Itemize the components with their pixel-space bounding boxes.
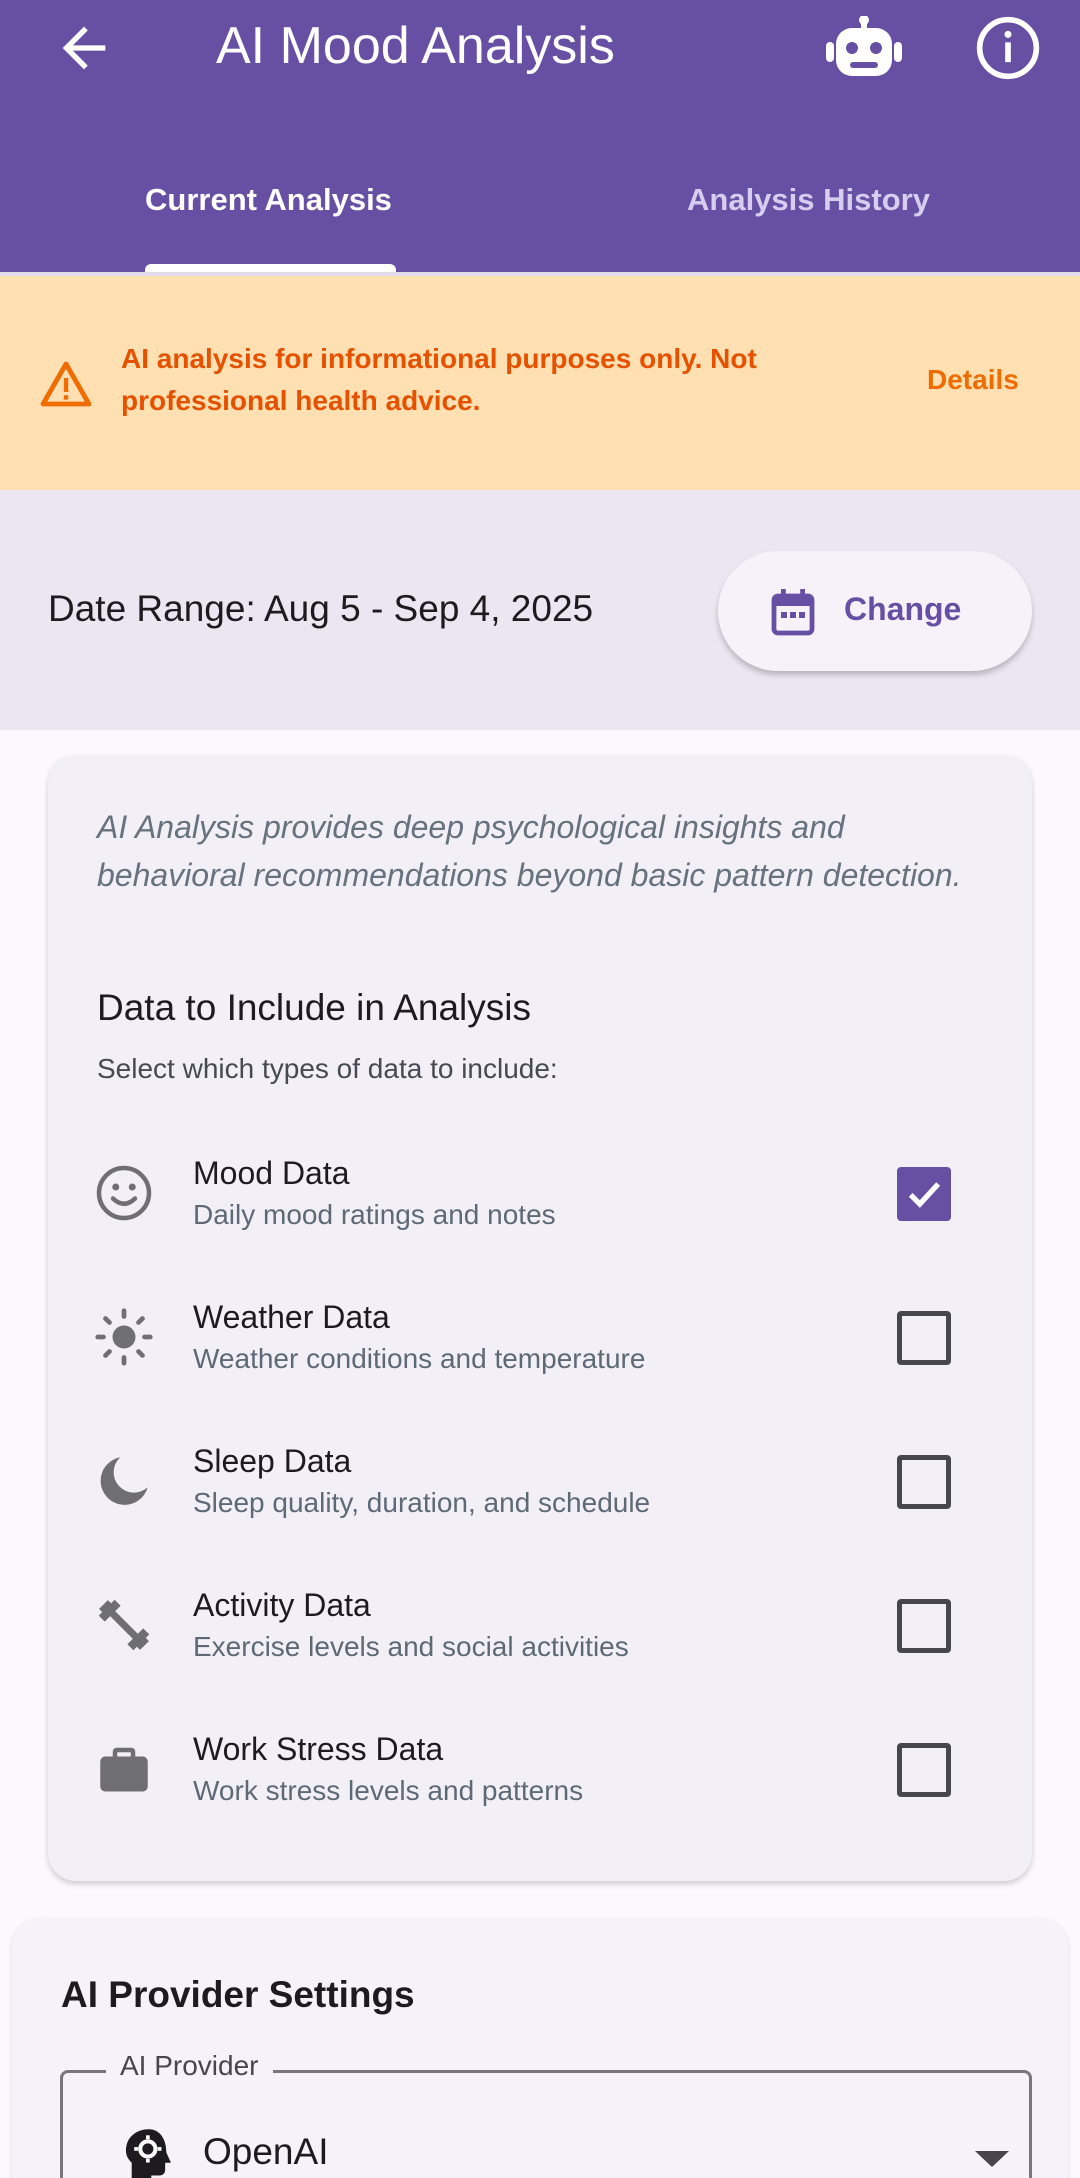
ai-provider-value: OpenAI <box>203 2131 329 2172</box>
activity-data-desc: Exercise levels and social activities <box>193 1631 629 1662</box>
change-date-button[interactable]: Change <box>718 551 1032 671</box>
data-selection-card: AI Analysis provides deep psychological … <box>48 755 1032 1881</box>
sleep-data-checkbox[interactable] <box>897 1455 951 1509</box>
work-stress-data-checkbox[interactable] <box>897 1743 951 1797</box>
sleep-data-row[interactable]: Sleep Data Sleep quality, duration, and … <box>48 1435 1032 1535</box>
arrow-back-icon[interactable] <box>52 16 116 80</box>
weather-data-desc: Weather conditions and temperature <box>193 1343 646 1374</box>
date-range-label: Date Range: Aug 5 - Sep 4, 2025 <box>48 588 594 629</box>
date-range-bar: Date Range: Aug 5 - Sep 4, 2025 Change <box>0 490 1080 730</box>
activity-data-row[interactable]: Activity Data Exercise levels and social… <box>48 1579 1032 1679</box>
ai-provider-heading: AI Provider Settings <box>61 1974 415 2015</box>
calendar-icon <box>771 588 815 636</box>
brain-gear-icon <box>121 2127 177 2178</box>
tab-current-analysis[interactable]: Current Analysis <box>145 170 392 230</box>
sun-icon <box>94 1307 154 1367</box>
weather-data-checkbox[interactable] <box>897 1311 951 1365</box>
moon-icon <box>94 1451 154 1511</box>
activity-data-label: Activity Data <box>193 1587 371 1623</box>
app-bar: AI Mood Analysis Current Analysis Analys… <box>0 0 1080 272</box>
data-include-subheading: Select which types of data to include: <box>97 1053 558 1084</box>
dropdown-arrow-icon[interactable] <box>975 2151 1009 2167</box>
sleep-data-desc: Sleep quality, duration, and schedule <box>193 1487 651 1518</box>
sleep-data-label: Sleep Data <box>193 1443 352 1479</box>
mood-data-row[interactable]: Mood Data Daily mood ratings and notes <box>48 1147 1032 1247</box>
mood-data-desc: Daily mood ratings and notes <box>193 1199 556 1230</box>
info-icon[interactable] <box>974 14 1042 82</box>
tab-indicator <box>145 264 396 272</box>
ai-provider-dropdown[interactable]: OpenAI <box>60 2070 1032 2178</box>
briefcase-icon <box>94 1739 154 1799</box>
change-label: Change <box>844 591 962 627</box>
warning-icon <box>40 360 92 408</box>
work-stress-data-label: Work Stress Data <box>193 1731 444 1767</box>
mood-data-checkbox[interactable] <box>897 1167 951 1221</box>
robot-icon[interactable] <box>826 15 902 80</box>
disclaimer-text: AI analysis for informational purposes o… <box>121 343 757 416</box>
dumbbell-icon <box>94 1595 154 1655</box>
analysis-intro-text: AI Analysis provides deep psychological … <box>97 809 962 893</box>
tab-analysis-history[interactable]: Analysis History <box>687 170 930 230</box>
data-include-heading: Data to Include in Analysis <box>97 987 531 1028</box>
ai-provider-card: AI Provider Settings OpenAI AI Provider <box>12 1918 1068 2178</box>
details-button[interactable]: Details <box>927 364 1019 396</box>
weather-data-label: Weather Data <box>193 1299 390 1335</box>
work-stress-data-desc: Work stress levels and patterns <box>193 1775 584 1806</box>
ai-provider-field-label: AI Provider <box>106 2050 273 2082</box>
page-title: AI Mood Analysis <box>216 17 615 75</box>
mood-data-label: Mood Data <box>193 1155 350 1191</box>
work-stress-data-row[interactable]: Work Stress Data Work stress levels and … <box>48 1723 1032 1823</box>
check-icon <box>908 1182 941 1208</box>
weather-data-row[interactable]: Weather Data Weather conditions and temp… <box>48 1291 1032 1391</box>
disclaimer-banner: AI analysis for informational purposes o… <box>0 276 1080 490</box>
smiley-face-icon <box>94 1163 154 1223</box>
activity-data-checkbox[interactable] <box>897 1599 951 1653</box>
